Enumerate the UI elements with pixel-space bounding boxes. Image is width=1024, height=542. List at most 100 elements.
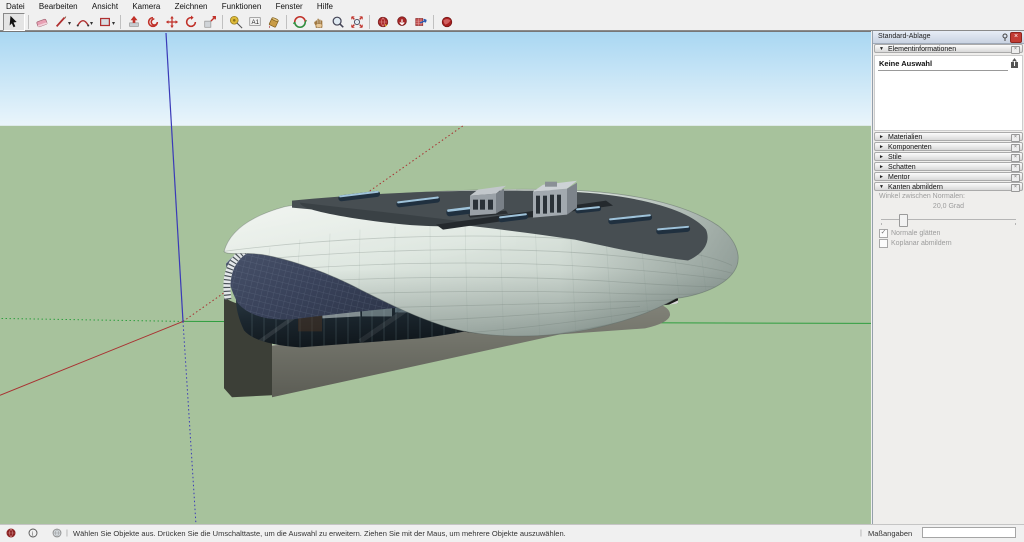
toolbar-divider [120,15,121,29]
toolbar-divider [286,15,287,29]
geolocation-status-icon[interactable] [6,528,16,538]
dropdown-arrow[interactable]: ▾ [68,20,71,27]
globe-icon[interactable] [52,528,62,538]
angle-value: 20,0 Grad [874,203,1023,210]
measurements-input[interactable] [922,527,1016,538]
sky [0,32,871,126]
close-icon[interactable]: × [1010,32,1022,43]
section-close-button[interactable]: × [1011,154,1020,162]
move-icon [165,15,179,29]
toolbar-divider [222,15,223,29]
toolbar-divider [28,15,29,29]
section-stile[interactable]: ► Stile × [874,152,1023,161]
chevron-right-icon: ► [879,154,884,160]
rotate-icon [184,15,198,29]
section-mentor[interactable]: ► Mentor × [874,172,1023,181]
paint-bucket-button[interactable] [264,14,283,30]
rotate-tool-button[interactable] [181,14,200,30]
pin-icon[interactable] [1001,33,1009,41]
details-toggle-icon[interactable] [1010,58,1019,69]
angle-slider-handle[interactable] [899,214,908,227]
menu-bearbeiten[interactable]: Bearbeiten [33,0,84,13]
scale-icon [203,15,217,29]
credits-info-icon[interactable]: i [28,528,38,538]
menu-fenster[interactable]: Fenster [270,0,309,13]
tray-title: Standard-Ablage [878,33,931,40]
viewport-canvas[interactable] [0,31,871,525]
toolbar-divider [433,15,434,29]
section-close-button[interactable]: × [1011,164,1020,172]
pan-tool-button[interactable] [309,14,328,30]
section-label: Kanten abmildern [888,184,943,191]
checkbox-label: Koplanar abmildern [891,240,952,247]
section-close-button[interactable]: × [1011,134,1020,142]
paint-bucket-icon [267,15,281,29]
section-label: Schatten [888,164,916,171]
element-info-content: Keine Auswahl [874,55,1023,131]
select-icon [7,15,21,29]
menu-datei[interactable]: Datei [0,0,31,13]
dropdown-arrow[interactable]: ▾ [90,20,93,27]
share-models-icon [414,15,428,29]
scale-tool-button[interactable] [200,14,219,30]
checkbox-label: Normale glätten [891,230,940,237]
chevron-right-icon: ► [879,174,884,180]
menu-hilfe[interactable]: Hilfe [311,0,339,13]
share-models-button[interactable] [411,14,430,30]
section-komponenten[interactable]: ► Komponenten × [874,142,1023,151]
section-elementinformationen[interactable]: ▼ Elementinformationen × [874,44,1023,53]
toolbar-divider [369,15,370,29]
photo-textures-button[interactable] [437,14,456,30]
slider-tick [1015,223,1016,225]
text-icon: A1 [248,15,262,29]
separator: | [860,528,862,537]
tape-measure-button[interactable] [226,14,245,30]
status-message: Wählen Sie Objekte aus. Drücken Sie die … [73,529,566,538]
chevron-down-icon: ▼ [879,184,884,190]
soften-coplanar-checkbox[interactable] [879,239,888,248]
rectangle-icon [98,15,112,29]
tape-measure-icon [229,15,243,29]
line-icon [54,15,68,29]
tray-titlebar[interactable]: Standard-Ablage × [873,31,1024,44]
menu-ansicht[interactable]: Ansicht [86,0,124,13]
geolocation-button[interactable] [373,14,392,30]
pushpull-tool-button[interactable] [124,14,143,30]
chevron-right-icon: ► [879,164,884,170]
zoom-extents-icon [350,15,364,29]
svg-text:A1: A1 [251,18,259,25]
menu-funktionen[interactable]: Funktionen [216,0,268,13]
menu-kamera[interactable]: Kamera [126,0,166,13]
orbit-tool-button[interactable] [290,14,309,30]
orbit-icon [293,15,307,29]
photo-textures-icon [440,15,454,29]
select-tool-button[interactable] [3,13,25,31]
dropdown-arrow[interactable]: ▾ [112,20,115,27]
menu-bar: Datei Bearbeiten Ansicht Kamera Zeichnen… [0,0,1024,13]
move-tool-button[interactable] [162,14,181,30]
chevron-right-icon: ► [879,134,884,140]
section-close-button[interactable]: × [1011,46,1020,54]
section-kanten-abmildern[interactable]: ▼ Kanten abmildern × [874,182,1023,191]
zoom-extents-button[interactable] [347,14,366,30]
section-label: Materialien [888,134,922,141]
text-tool-button[interactable]: A1 [245,14,264,30]
eraser-icon [35,15,49,29]
followme-tool-button[interactable] [143,14,162,30]
get-models-icon [395,15,409,29]
pan-icon [312,15,326,29]
status-bar: i | Wählen Sie Objekte aus. Drücken Sie … [0,524,1024,542]
zoom-tool-button[interactable] [328,14,347,30]
get-models-button[interactable] [392,14,411,30]
section-materialien[interactable]: ► Materialien × [874,132,1023,141]
menu-zeichnen[interactable]: Zeichnen [169,0,214,13]
chevron-right-icon: ► [879,144,884,150]
measurements-label: Maßangaben [868,529,912,538]
section-close-button[interactable]: × [1011,144,1020,152]
section-schatten[interactable]: ► Schatten × [874,162,1023,171]
section-close-button[interactable]: × [1011,174,1020,182]
svg-text:i: i [32,530,34,537]
zoom-icon [331,15,345,29]
eraser-tool-button[interactable] [32,14,51,30]
smooth-normals-checkbox[interactable]: ✓ [879,229,888,238]
